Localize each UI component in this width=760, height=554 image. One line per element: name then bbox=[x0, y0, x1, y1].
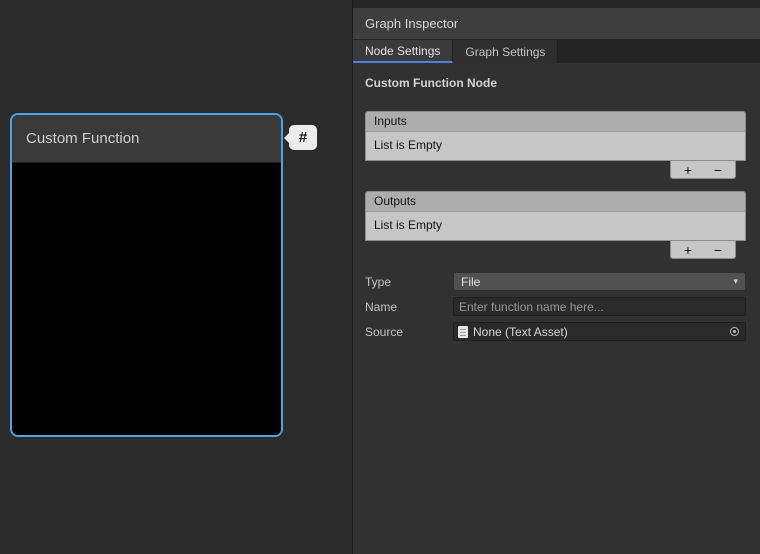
inputs-add-button[interactable]: + bbox=[675, 163, 701, 177]
outputs-list-title: Outputs bbox=[374, 194, 416, 208]
text-asset-icon bbox=[458, 326, 468, 338]
inputs-list-footer: + − bbox=[365, 161, 746, 179]
graph-inspector-panel: Graph Inspector Node Settings Graph Sett… bbox=[352, 0, 760, 554]
graph-canvas[interactable]: Custom Function # bbox=[0, 0, 352, 554]
source-field-row: Source None (Text Asset) bbox=[365, 322, 746, 341]
inspector-titlebar[interactable]: Graph Inspector bbox=[353, 8, 760, 40]
function-name-input[interactable] bbox=[453, 297, 746, 316]
object-picker-button[interactable] bbox=[726, 324, 742, 339]
inputs-empty-text: List is Empty bbox=[374, 138, 442, 152]
inputs-list-header[interactable]: Inputs bbox=[365, 111, 746, 132]
inputs-remove-button[interactable]: − bbox=[705, 163, 731, 177]
outputs-empty-text: List is Empty bbox=[374, 218, 442, 232]
source-object-field[interactable]: None (Text Asset) bbox=[453, 322, 746, 341]
outputs-list-body: List is Empty bbox=[365, 212, 746, 241]
type-dropdown-value: File bbox=[461, 275, 480, 289]
outputs-remove-button[interactable]: − bbox=[705, 243, 731, 257]
name-label: Name bbox=[365, 300, 453, 314]
type-dropdown[interactable]: File ▾ bbox=[453, 272, 746, 291]
source-label: Source bbox=[365, 325, 453, 339]
outputs-list-toolbar: + − bbox=[670, 241, 736, 259]
inputs-list-title: Inputs bbox=[374, 114, 407, 128]
inputs-list-body: List is Empty bbox=[365, 132, 746, 161]
outputs-add-button[interactable]: + bbox=[675, 243, 701, 257]
node-preview bbox=[12, 163, 281, 437]
hash-icon: # bbox=[299, 129, 307, 146]
outputs-list-footer: + − bbox=[365, 241, 746, 259]
tab-node-settings[interactable]: Node Settings bbox=[353, 40, 453, 63]
node-type-heading: Custom Function Node bbox=[365, 76, 746, 90]
object-picker-icon bbox=[730, 327, 739, 336]
source-object-value: None (Text Asset) bbox=[473, 325, 568, 339]
inputs-list-toolbar: + − bbox=[670, 161, 736, 179]
type-label: Type bbox=[365, 275, 453, 289]
outputs-list-header[interactable]: Outputs bbox=[365, 191, 746, 212]
name-field-row: Name bbox=[365, 297, 746, 316]
panel-top-strip bbox=[353, 0, 760, 8]
outputs-list: Outputs List is Empty + − bbox=[365, 191, 746, 259]
custom-function-node[interactable]: Custom Function bbox=[10, 113, 283, 437]
node-title: Custom Function bbox=[26, 130, 139, 147]
inspector-title: Graph Inspector bbox=[365, 16, 458, 31]
chevron-down-icon: ▾ bbox=[733, 276, 738, 287]
tab-graph-settings[interactable]: Graph Settings bbox=[453, 40, 558, 63]
node-docs-badge[interactable]: # bbox=[289, 125, 317, 150]
inspector-content: Custom Function Node Inputs List is Empt… bbox=[353, 63, 760, 554]
inspector-tab-bar: Node Settings Graph Settings bbox=[353, 40, 760, 63]
type-field-row: Type File ▾ bbox=[365, 272, 746, 291]
inputs-list: Inputs List is Empty + − bbox=[365, 111, 746, 179]
node-header[interactable]: Custom Function bbox=[12, 115, 281, 163]
